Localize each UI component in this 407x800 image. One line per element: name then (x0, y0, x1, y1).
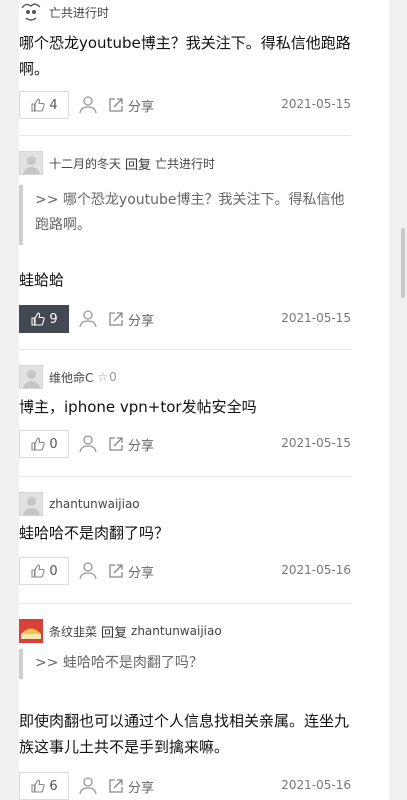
thumbs-up-icon (31, 779, 46, 793)
comment-text: 博主，iphone vpn+tor发帖安全吗 (19, 398, 257, 416)
divider (19, 476, 351, 477)
reply-word: 回复 (125, 157, 152, 173)
user-button[interactable] (77, 94, 99, 116)
like-button[interactable]: 0 (19, 430, 69, 458)
like-count: 9 (49, 311, 58, 327)
like-button[interactable]: 0 (19, 557, 69, 585)
share-icon (109, 312, 123, 326)
thumbs-up-icon (31, 437, 46, 451)
comment-actions: 0 分享 2021-05-15 (19, 430, 351, 458)
quoted-comment: >> 蛙哈哈不是肉翻了吗？ (19, 649, 351, 679)
like-button[interactable]: 6 (19, 772, 69, 800)
avatar[interactable] (19, 0, 43, 24)
avatar[interactable] (19, 619, 43, 643)
share-label: 分享 (128, 565, 155, 581)
avatar[interactable] (19, 365, 43, 389)
reply-to-username[interactable]: zhantunwaijiao (131, 624, 222, 638)
user-button[interactable] (77, 775, 99, 797)
like-count: 6 (49, 778, 58, 794)
comment-date: 2021-05-15 (281, 311, 351, 325)
comment-text: 蛙哈哈不是肉翻了吗？ (19, 524, 170, 542)
username[interactable]: 亡共进行时 (49, 4, 109, 21)
share-label: 分享 (128, 438, 155, 454)
comment-header: 亡共进行时 (19, 0, 109, 24)
like-count: 0 (49, 563, 58, 579)
share-icon (109, 779, 123, 793)
share-button[interactable]: 分享 (107, 432, 154, 456)
user-icon (79, 310, 97, 328)
share-button[interactable]: 分享 (107, 93, 154, 117)
share-label: 分享 (128, 99, 155, 115)
share-label: 分享 (128, 780, 155, 796)
username[interactable]: 条纹韭菜 (49, 623, 97, 640)
sketch-avatar-icon (21, 3, 41, 21)
divider (19, 349, 351, 350)
food-avatar-icon (19, 619, 43, 643)
comment-actions: 6 分享 2021-05-16 (19, 772, 351, 800)
divider (19, 135, 351, 136)
divider (19, 603, 351, 604)
thumbs-up-icon (31, 564, 46, 578)
share-icon (109, 437, 123, 451)
quoted-comment: >> 哪个恐龙youtube博主？我关注下。得私信他跑路啊。 (19, 185, 351, 245)
comment-date: 2021-05-15 (281, 436, 351, 450)
share-icon (109, 564, 123, 578)
share-label: 分享 (128, 313, 155, 329)
username[interactable]: 维他命C (49, 369, 93, 386)
reply-to-username[interactable]: 亡共进行时 (155, 155, 215, 172)
comment-header: zhantunwaijiao (19, 492, 140, 516)
comment-list-page: 亡共进行时 哪个恐龙youtube博主？我关注下。得私信他跑路啊。 4 分享 2… (0, 0, 407, 800)
comment-actions: 4 分享 2021-05-15 (19, 91, 351, 119)
comment-header: 十二月的冬天 回复 亡共进行时 (19, 151, 215, 175)
reply-word: 回复 (101, 625, 128, 641)
user-icon (79, 777, 97, 795)
comment-text: 蛙蛤蛤 (19, 271, 65, 289)
like-button[interactable]: 9 (19, 305, 69, 333)
comment-date: 2021-05-16 (281, 778, 351, 792)
comment-actions: 0 分享 2021-05-16 (19, 557, 351, 585)
user-button[interactable] (77, 560, 99, 582)
like-button[interactable]: 4 (19, 91, 69, 119)
user-button[interactable] (77, 433, 99, 455)
share-icon (109, 98, 123, 112)
user-icon (79, 435, 97, 453)
badge-count: 0 (109, 370, 117, 384)
comment-date: 2021-05-15 (281, 97, 351, 111)
username[interactable]: zhantunwaijiao (49, 497, 140, 511)
comment-text: 即使肉翻也可以通过个人信息找相关亲属。连坐九族这事儿土共不是手到擒来嘛。 (19, 712, 350, 756)
like-count: 4 (49, 97, 58, 113)
comment-text: 哪个恐龙youtube博主？我关注下。得私信他跑路啊。 (19, 34, 351, 78)
scrollbar[interactable] (401, 228, 405, 298)
avatar[interactable] (19, 151, 43, 175)
like-count: 0 (49, 436, 58, 452)
share-button[interactable]: 分享 (107, 774, 154, 798)
comment-date: 2021-05-16 (281, 563, 351, 577)
comment-header: 条纹韭菜 回复 zhantunwaijiao (19, 619, 222, 643)
star-icon: ☆ (97, 370, 109, 384)
comment-actions: 9 分享 2021-05-15 (19, 305, 351, 333)
username[interactable]: 十二月的冬天 (49, 155, 121, 172)
user-icon (79, 562, 97, 580)
user-button[interactable] (77, 308, 99, 330)
thumbs-up-icon (31, 98, 46, 112)
user-icon (79, 96, 97, 114)
avatar[interactable] (19, 492, 43, 516)
share-button[interactable]: 分享 (107, 559, 154, 583)
thumbs-up-icon (31, 312, 46, 326)
share-button[interactable]: 分享 (107, 307, 154, 331)
comment-header: 维他命C ☆ 0 (19, 365, 117, 389)
